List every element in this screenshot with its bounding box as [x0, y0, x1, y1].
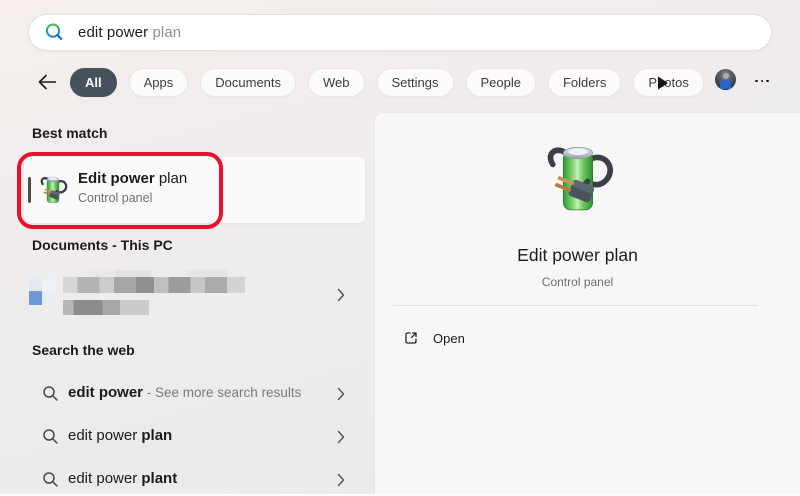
- chevron-right-icon: [337, 387, 345, 401]
- preview-subtitle: Control panel: [375, 275, 780, 289]
- web-suggestion-plant[interactable]: edit power plant: [24, 464, 365, 496]
- tab-settings[interactable]: Settings: [377, 68, 454, 97]
- best-match-item[interactable]: Edit power plan Control panel: [24, 157, 365, 223]
- search-query-text: edit power: [78, 24, 148, 41]
- search-input[interactable]: edit power plan: [78, 24, 181, 41]
- divider: [393, 305, 758, 306]
- search-bar[interactable]: edit power plan: [28, 14, 772, 51]
- tab-folders[interactable]: Folders: [548, 68, 621, 97]
- redacted-document-icon: [29, 279, 56, 306]
- open-external-icon: [403, 330, 419, 346]
- windows-search-flyout: edit power plan All Apps Documents Web S…: [0, 0, 800, 494]
- suggestion-hint: - See more search results: [143, 385, 301, 400]
- chevron-right-icon: [337, 288, 345, 302]
- search-icon: [42, 471, 59, 488]
- tab-people[interactable]: People: [466, 68, 536, 97]
- back-button[interactable]: [36, 73, 58, 91]
- tab-documents[interactable]: Documents: [200, 68, 296, 97]
- power-plan-battery-icon: [37, 174, 69, 206]
- tab-web[interactable]: Web: [308, 68, 365, 97]
- best-match-subtitle: Control panel: [78, 191, 187, 205]
- back-arrow-icon: [36, 73, 58, 91]
- search-web-header: Search the web: [32, 342, 135, 358]
- search-icon: [42, 385, 59, 402]
- web-suggestion-plan[interactable]: edit power plan: [24, 421, 365, 453]
- chevron-right-icon: [337, 430, 345, 444]
- preview-title: Edit power plan: [375, 245, 780, 266]
- chevron-right-icon: [337, 473, 345, 487]
- redacted-text-line-1: [63, 277, 245, 293]
- preview-panel: Edit power plan Control panel Open: [375, 113, 800, 494]
- tab-all[interactable]: All: [70, 68, 117, 97]
- more-tabs-button[interactable]: [657, 76, 669, 90]
- best-match-title: Edit power plan: [78, 170, 187, 187]
- best-match-header: Best match: [32, 125, 107, 141]
- suggestion-text: edit power: [68, 427, 141, 444]
- open-label: Open: [433, 331, 465, 346]
- documents-header: Documents - This PC: [32, 237, 173, 253]
- ellipsis-icon: [755, 80, 758, 83]
- open-action[interactable]: Open: [403, 326, 465, 350]
- tab-apps[interactable]: Apps: [129, 68, 189, 97]
- user-avatar[interactable]: [715, 69, 736, 90]
- suggestion-text: edit power: [68, 470, 141, 487]
- search-completion-text: plan: [148, 24, 181, 41]
- play-icon: [657, 76, 669, 90]
- more-options-button[interactable]: [751, 73, 773, 89]
- search-icon: [42, 428, 59, 445]
- power-plan-battery-icon: [539, 140, 617, 218]
- suggestion-text: edit power: [68, 384, 143, 401]
- web-suggestion-see-more[interactable]: edit power - See more search results: [24, 378, 365, 410]
- redacted-document-item[interactable]: [24, 266, 365, 324]
- search-icon: [44, 22, 65, 43]
- redacted-text-line-2: [63, 300, 149, 315]
- filter-tabs: All Apps Documents Web Settings People F…: [70, 68, 704, 97]
- selection-indicator: [28, 177, 31, 203]
